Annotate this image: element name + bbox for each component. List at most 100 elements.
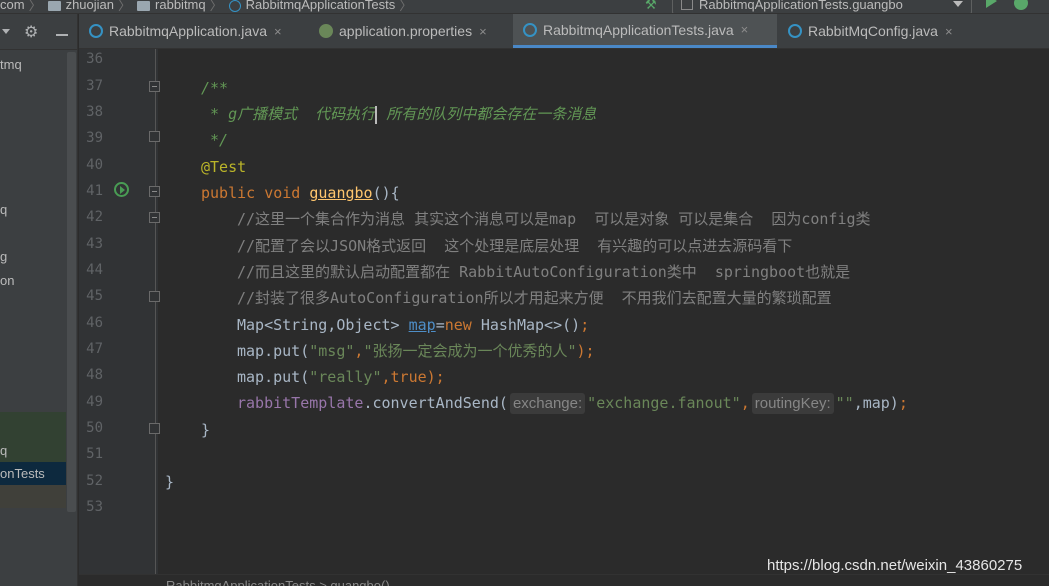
editor-breadcrumb[interactable]: RabbitmqApplicationTests > guangbo() [166, 578, 390, 586]
line-number: 42 [86, 209, 103, 225]
breadcrumb-label: RabbitmqApplicationTests [245, 0, 396, 12]
properties-file-icon [319, 24, 333, 38]
close-icon[interactable]: × [945, 24, 953, 39]
code-editor[interactable]: 36 37 38 39 40 41 42 43 44 45 46 47 48 4… [79, 49, 1049, 574]
code-text: Map<String,Object> [237, 316, 409, 334]
minimize-icon[interactable] [56, 34, 68, 36]
close-icon[interactable]: × [479, 24, 487, 39]
tab-rabbitmqapplicationtests[interactable]: RabbitmqApplicationTests.java × [513, 14, 777, 48]
breadcrumb-item-com[interactable]: com 〉 [0, 0, 48, 13]
run-config-label: RabbitmqApplicationTests.guangbo [699, 0, 903, 12]
project-toolbar: ⚙ [0, 14, 77, 50]
line-number: 37 [86, 78, 103, 94]
line-number: 47 [86, 341, 103, 357]
line-number: 48 [86, 367, 103, 383]
project-panel: ⚙ tmq q g on q onTests [0, 14, 78, 586]
project-scrollbar[interactable] [67, 52, 76, 512]
tree-item[interactable]: q [0, 198, 66, 221]
chevron-down-icon [953, 1, 963, 7]
line-number: 52 [86, 473, 103, 489]
code-line-46: Map<String,Object> map=new HashMap<>(); [237, 312, 589, 338]
run-test-gutter-icon[interactable] [114, 182, 129, 197]
code-line-43: //配置了会以JSON格式返回 这个处理是底层处理 有兴趣的可以点进去源码看下 [237, 237, 793, 255]
breadcrumb-separator: 〉 [118, 0, 132, 13]
field-name: rabbitTemplate [237, 394, 364, 412]
line-number: 43 [86, 236, 103, 252]
code-line-44: //而且这里的默认启动配置都在 RabbitAutoConfiguration类… [237, 263, 851, 281]
editor-gutter: 36 37 38 39 40 41 42 43 44 45 46 47 48 4… [79, 49, 160, 574]
code-line-37: /** [201, 79, 229, 97]
breadcrumb-separator: 〉 [28, 0, 42, 13]
chevron-down-icon[interactable] [2, 29, 10, 34]
line-number: 38 [86, 104, 103, 120]
semicolon: ; [898, 394, 908, 412]
line-number: 45 [86, 288, 103, 304]
watermark: https://blog.csdn.net/weixin_43860275 [767, 557, 1023, 574]
fold-marker-icon[interactable] [149, 186, 160, 197]
code-line-40: @Test [201, 158, 247, 176]
tree-item-highlight [0, 412, 66, 439]
tab-application-properties[interactable]: application.properties × [309, 14, 511, 48]
tree-item[interactable]: g [0, 245, 66, 268]
code-text: .convertAndSend( [363, 394, 508, 412]
tab-rabbitmqconfig[interactable]: RabbitMqConfig.java × [778, 14, 978, 48]
fold-marker-icon[interactable] [149, 212, 160, 223]
fold-marker-icon[interactable] [149, 423, 160, 434]
run-icon[interactable] [986, 0, 997, 8]
gear-icon[interactable]: ⚙ [24, 23, 38, 41]
breadcrumb-label: zhuojian [65, 0, 115, 12]
keyword: new [444, 316, 481, 334]
comma: , [381, 368, 391, 386]
tab-rabbitmqapplication[interactable]: RabbitmqApplication.java × [79, 14, 305, 48]
code-line-52: } [165, 473, 175, 491]
string-literal: "张扬一定会成为一个优秀的人" [363, 342, 577, 360]
breadcrumb-item-rabbitmq[interactable]: rabbitmq 〉 [137, 0, 229, 13]
navigation-bar: com 〉 zhuojian 〉 rabbitmq 〉 RabbitmqApplica… [0, 0, 1049, 14]
fold-marker-icon[interactable] [149, 131, 160, 142]
code-text: HashMap<>() [480, 316, 581, 334]
code-text: ); [426, 368, 445, 386]
line-number: 44 [86, 262, 103, 278]
parameter-hint: routingKey: [751, 393, 834, 414]
string-literal: "exchange.fanout" [587, 394, 741, 412]
folder-icon [137, 0, 151, 11]
debug-icon[interactable] [1014, 0, 1028, 10]
close-icon[interactable]: × [274, 24, 282, 39]
code-text: = [435, 316, 445, 334]
run-configuration-select[interactable]: RabbitmqApplicationTests.guangbo [672, 0, 972, 13]
breadcrumb-separator: 〉 [399, 0, 413, 13]
gutter-divider [155, 49, 156, 574]
tree-item[interactable]: on [0, 269, 66, 292]
code-text: ,map) [853, 394, 899, 412]
editor-tabs: RabbitmqApplication.java × application.p… [79, 14, 1049, 49]
tree-item[interactable]: tmq [0, 53, 66, 76]
close-icon[interactable]: × [741, 22, 749, 37]
java-class-icon [788, 24, 802, 38]
tree-item[interactable]: q [0, 439, 66, 462]
code-line-49: rabbitTemplate.convertAndSend(exchange: "… [237, 390, 908, 416]
breadcrumb-label: com [0, 0, 25, 12]
editor-breadcrumb-bar: RabbitmqApplicationTests > guangbo() [79, 574, 1049, 586]
code-text: map.put( [237, 342, 310, 360]
line-number: 36 [86, 51, 103, 67]
breadcrumb-item-zhuojian[interactable]: zhuojian 〉 [47, 0, 137, 13]
keyword: public void [201, 184, 310, 202]
tree-item-selected[interactable]: onTests [0, 462, 66, 485]
code-line-41: public void guangbo(){ [201, 180, 400, 206]
string-literal: "msg" [309, 342, 355, 360]
code-line-42: //这里一个集合作为消息 其实这个消息可以是map 可以是对象 可以是集合 因为… [237, 210, 871, 228]
fold-marker-icon[interactable] [149, 81, 160, 92]
breadcrumb-item-class[interactable]: RabbitmqApplicationTests 〉 [228, 0, 419, 13]
fold-marker-icon[interactable] [149, 291, 160, 302]
line-number: 40 [86, 157, 103, 173]
build-hammer-icon[interactable]: ⚒ [645, 0, 657, 13]
string-literal: "really" [309, 368, 382, 386]
line-number: 41 [86, 183, 103, 199]
java-class-icon [89, 24, 103, 38]
code-line-39: */ [201, 131, 229, 149]
string-literal: "" [835, 394, 854, 412]
tree-item-highlight [0, 485, 66, 508]
line-number: 46 [86, 315, 103, 331]
code-line-48: map.put("really",true); [237, 364, 445, 390]
doc-comment: * g广播模式 代码执行 [201, 105, 376, 123]
